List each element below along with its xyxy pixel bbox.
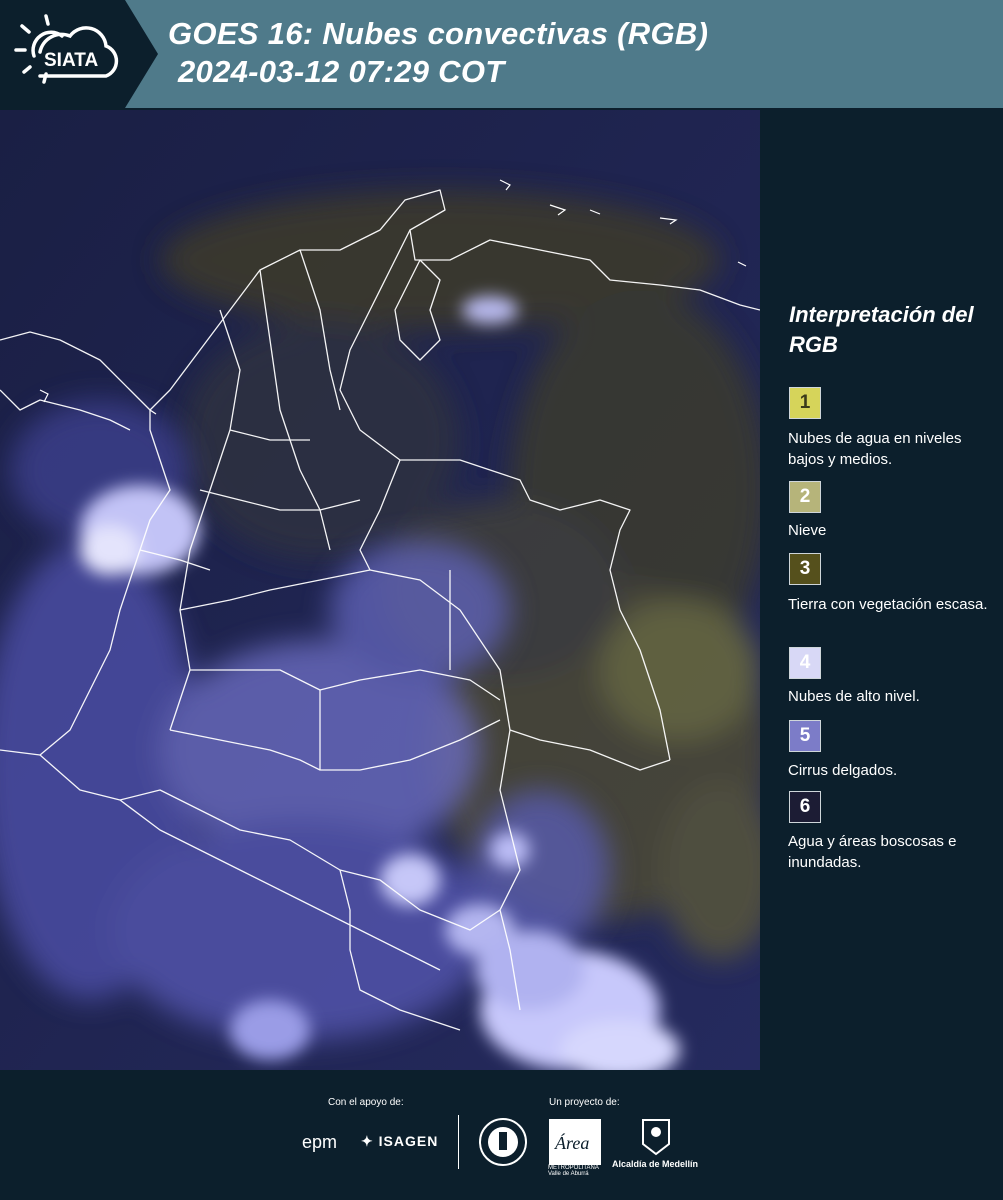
footer: Con el apoyo de: Un proyecto de: epm ✦ I… xyxy=(0,1070,1003,1200)
epm-logo: epm xyxy=(302,1132,338,1152)
page-timestamp: 2024-03-12 07:29 COT xyxy=(178,54,505,89)
legend-number: 4 xyxy=(799,652,811,673)
legend-label-1: Nubes de agua en niveles bajos y medios. xyxy=(788,430,962,468)
isagen-mark-icon: ✦ xyxy=(361,1133,379,1149)
legend-label-5: Cirrus delgados. xyxy=(788,762,898,779)
siata-logo: SIATA xyxy=(0,0,158,108)
satellite-map xyxy=(0,110,760,1070)
isagen-text: ISAGEN xyxy=(378,1133,439,1149)
alcaldia-shield-icon xyxy=(642,1119,670,1156)
project-label: Un proyecto de: xyxy=(549,1097,620,1108)
legend-label-3: Tierra con vegetación escasa. xyxy=(788,596,988,613)
legend-swatch-4: 4 xyxy=(789,647,821,679)
legend-swatch-5: 5 xyxy=(789,720,821,752)
svg-text:Área: Área xyxy=(554,1132,589,1153)
legend-panel: Interpretación del RGB 1 Nubes de agua e… xyxy=(762,110,1003,1070)
footer-divider xyxy=(458,1115,459,1169)
support-label: Con el apoyo de: xyxy=(328,1097,404,1108)
area-metropolitana-logo: Área xyxy=(549,1119,601,1165)
legend-label-6: Agua y áreas boscosas e inundadas. xyxy=(788,833,957,871)
page-title: GOES 16: Nubes convectivas (RGB) xyxy=(168,16,709,51)
legend-swatch-3: 3 xyxy=(789,553,821,585)
legend-number: 5 xyxy=(799,725,811,746)
isagen-logo: ✦ ISAGEN xyxy=(361,1133,438,1150)
sun-cloud-icon: SIATA xyxy=(14,14,119,84)
legend-number: 2 xyxy=(799,486,811,507)
legend-label-4: Nubes de alto nivel. xyxy=(788,688,920,705)
legend-swatch-6: 6 xyxy=(789,791,821,823)
svg-text:SIATA: SIATA xyxy=(44,50,98,71)
legend-label-2: Nieve xyxy=(788,522,827,539)
alcaldia-label: Alcaldía de Medellín xyxy=(612,1159,699,1169)
legend-swatch-1: 1 xyxy=(789,387,821,419)
legend-number: 1 xyxy=(799,392,811,413)
satellite-image xyxy=(0,110,760,1070)
legend-swatch-2: 2 xyxy=(789,481,821,513)
legend-number: 3 xyxy=(799,558,811,579)
header-bar: SIATA GOES 16: Nubes convectivas (RGB) 2… xyxy=(0,0,1003,108)
medellin-seal-icon xyxy=(479,1118,527,1166)
area-metropolitana-subtitle: METROPOLITANA Valle de Aburrá xyxy=(548,1165,599,1177)
legend-number: 6 xyxy=(799,796,811,817)
legend-title: Interpretación del RGB xyxy=(789,302,974,357)
